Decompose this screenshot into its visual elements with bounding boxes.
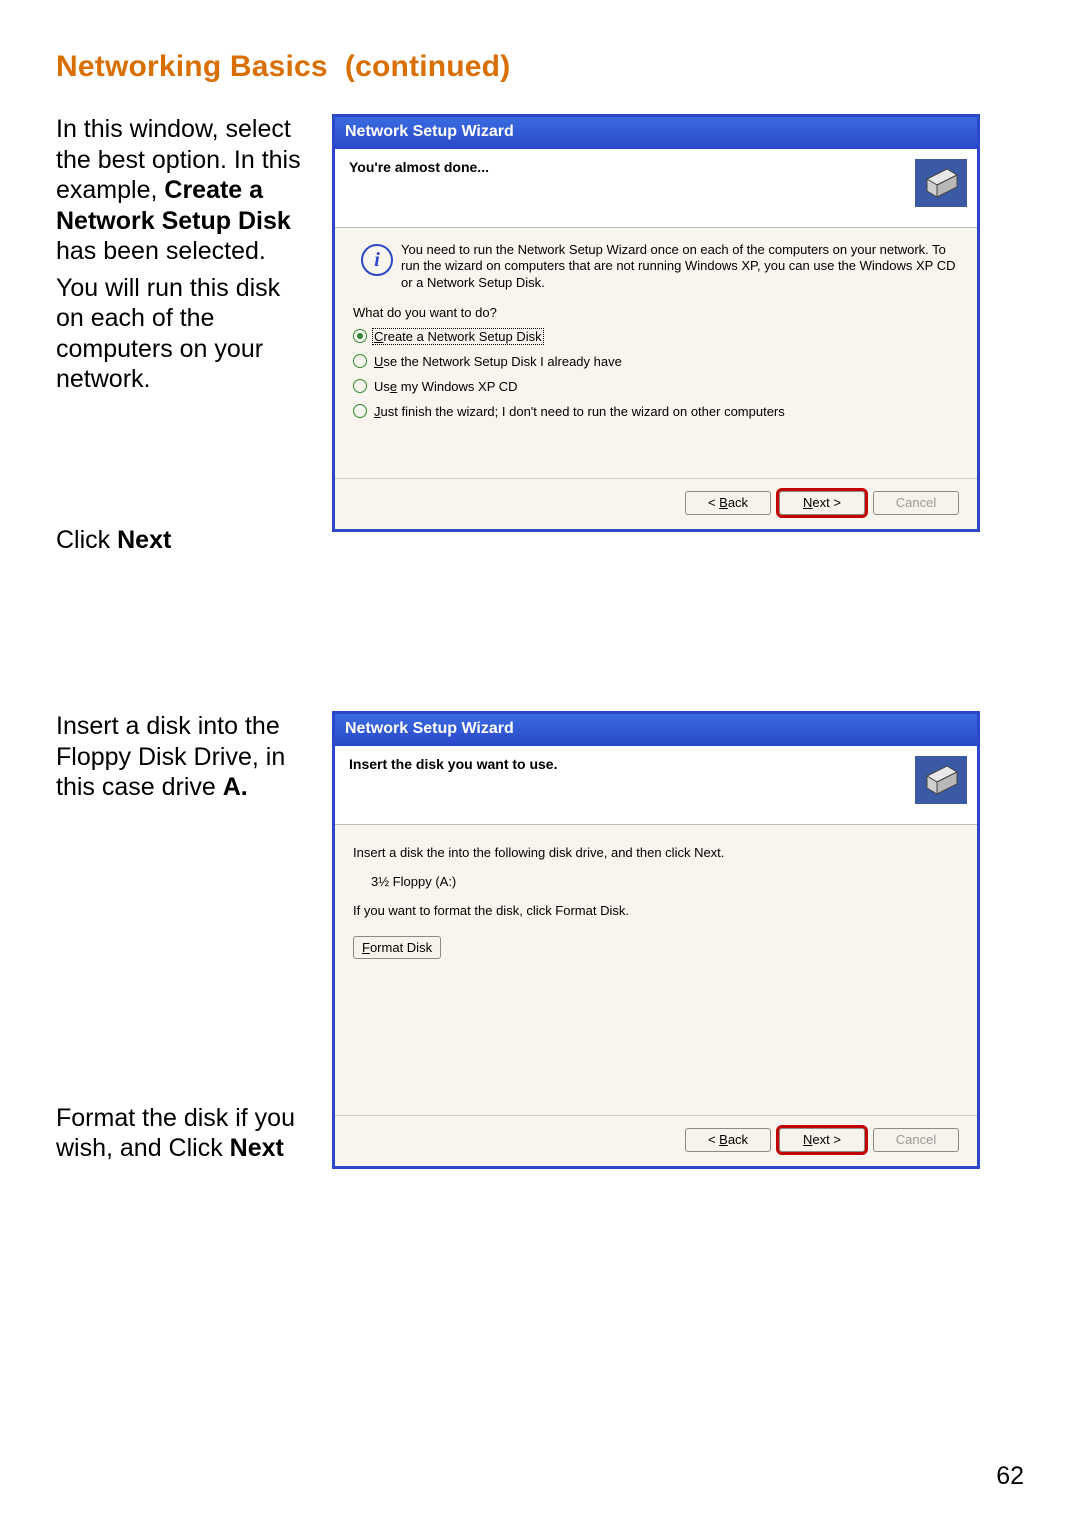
- wizard-window-2: Network Setup Wizard Insert the disk you…: [332, 711, 980, 1169]
- format-disk-button[interactable]: Format Disk: [353, 936, 441, 959]
- back-button[interactable]: < Back: [685, 1128, 771, 1152]
- wizard2-drive: 3½ Floppy (A:): [371, 874, 959, 889]
- wizard-footer-2: < Back Next > Cancel: [335, 1115, 977, 1166]
- next-button[interactable]: Next >: [779, 491, 865, 515]
- radio-label: Use my Windows XP CD: [372, 378, 520, 395]
- instr2-a: Insert a disk into the Floppy Disk Drive…: [56, 712, 285, 801]
- wizard-header-text-2: Insert the disk you want to use.: [349, 756, 915, 804]
- section-1: In this window, select the best option. …: [56, 114, 1030, 561]
- wizard-body-2: Insert a disk the into the following dis…: [335, 825, 977, 1115]
- wizard-header-2: Insert the disk you want to use.: [335, 746, 977, 825]
- instruction-text-1: In this window, select the best option. …: [56, 114, 306, 561]
- page-heading: Networking Basics (continued): [56, 50, 1030, 84]
- instruction-text-2: Insert a disk into the Floppy Disk Drive…: [56, 711, 306, 1170]
- wizard-info-text: You need to run the Network Setup Wizard…: [401, 242, 959, 291]
- radio-icon: [353, 404, 367, 418]
- wizard2-line2: If you want to format the disk, click Fo…: [353, 903, 959, 918]
- instr1-b: has been selected.: [56, 237, 266, 265]
- cancel-button[interactable]: Cancel: [873, 491, 959, 515]
- cancel-button[interactable]: Cancel: [873, 1128, 959, 1152]
- instr1-p3bold: Next: [117, 526, 171, 554]
- radio-label: Just finish the wizard; I don't need to …: [372, 403, 787, 420]
- page-number: 62: [996, 1462, 1024, 1491]
- radio-use-xp-cd[interactable]: Use my Windows XP CD: [353, 378, 959, 395]
- wizard-header-text-1: You're almost done...: [349, 159, 915, 207]
- network-device-icon: [915, 756, 967, 804]
- radio-icon: [353, 379, 367, 393]
- wizard-window-1: Network Setup Wizard You're almost done.…: [332, 114, 980, 532]
- radio-use-existing-disk[interactable]: Use the Network Setup Disk I already hav…: [353, 353, 959, 370]
- back-button[interactable]: < Back: [685, 491, 771, 515]
- next-button[interactable]: Next >: [779, 1128, 865, 1152]
- info-icon: i: [361, 244, 393, 276]
- radio-icon: [353, 354, 367, 368]
- instr1-p3a: Click: [56, 526, 117, 554]
- wizard-titlebar-2: Network Setup Wizard: [335, 714, 977, 746]
- wizard-question: What do you want to do?: [353, 305, 959, 320]
- wizard-body-1: i You need to run the Network Setup Wiza…: [335, 228, 977, 478]
- radio-just-finish[interactable]: Just finish the wizard; I don't need to …: [353, 403, 959, 420]
- wizard2-line1: Insert a disk the into the following dis…: [353, 845, 959, 860]
- radio-create-disk[interactable]: Create a Network Setup Disk: [353, 328, 959, 345]
- wizard-footer-1: < Back Next > Cancel: [335, 478, 977, 529]
- wizard-header-1: You're almost done...: [335, 149, 977, 228]
- section-2: Insert a disk into the Floppy Disk Drive…: [56, 711, 1030, 1170]
- radio-label: Use the Network Setup Disk I already hav…: [372, 353, 624, 370]
- wizard-titlebar-1: Network Setup Wizard: [335, 117, 977, 149]
- network-device-icon: [915, 159, 967, 207]
- instr2-bold: A.: [223, 773, 248, 801]
- instr2-p2bold: Next: [230, 1134, 284, 1162]
- radio-label: Create a Network Setup Disk: [372, 328, 544, 345]
- radio-icon: [353, 329, 367, 343]
- instr1-p2: You will run this disk on each of the co…: [56, 273, 306, 395]
